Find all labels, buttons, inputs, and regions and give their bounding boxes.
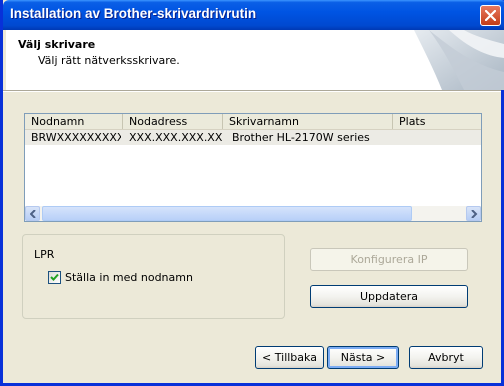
cell-nodename: BRWXXXXXXXXXX <box>31 131 121 144</box>
column-header-nodename[interactable]: Nodnamn <box>25 114 123 129</box>
update-button[interactable]: Uppdatera <box>310 285 468 308</box>
cell-printername: Brother HL-2170W series <box>232 131 370 144</box>
arrow-right-icon <box>471 210 478 218</box>
set-by-nodename-label[interactable]: Ställa in med nodnamn <box>65 271 193 284</box>
column-header-printername[interactable]: Skrivarnamn <box>223 114 393 129</box>
table-row[interactable]: BRWXXXXXXXXXX XXX.XXX.XXX.XX Brother HL-… <box>25 130 481 145</box>
close-button[interactable] <box>480 5 501 26</box>
wizard-header: Välj skrivare Välj rätt nätverksskrivare… <box>6 30 504 90</box>
checkmark-icon <box>50 273 59 281</box>
page-subtitle: Välj rätt nätverksskrivare. <box>38 54 180 67</box>
lpr-group-label: LPR <box>34 248 55 261</box>
scroll-right-button[interactable] <box>466 206 481 221</box>
column-header-location[interactable]: Plats <box>393 114 481 129</box>
arrow-left-icon <box>30 210 36 218</box>
printer-list[interactable]: Nodnamn Nodadress Skrivarnamn Plats BRWX… <box>24 113 482 222</box>
close-icon <box>485 10 496 21</box>
cell-location <box>399 130 479 145</box>
window-title: Installation av Brother-skrivardrivrutin <box>10 6 257 21</box>
back-button[interactable]: < Tillbaka <box>255 346 324 369</box>
header-divider-highlight <box>3 91 501 92</box>
header-graphic <box>414 30 504 90</box>
configure-ip-button[interactable]: Konfigurera IP <box>310 248 468 271</box>
set-by-nodename-checkbox[interactable] <box>48 271 61 284</box>
printer-list-header: Nodnamn Nodadress Skrivarnamn Plats <box>25 114 481 130</box>
scrollbar-thumb[interactable] <box>42 206 412 221</box>
cancel-button[interactable]: Avbryt <box>409 346 483 369</box>
scroll-left-button[interactable] <box>25 206 40 221</box>
horizontal-scrollbar[interactable] <box>25 206 481 221</box>
cell-nodeaddress: XXX.XXX.XXX.XX <box>129 131 223 144</box>
column-header-nodeaddress[interactable]: Nodadress <box>123 114 223 129</box>
title-bar[interactable]: Installation av Brother-skrivardrivrutin <box>3 0 504 30</box>
page-title: Välj skrivare <box>18 38 96 51</box>
next-button[interactable]: Nästa > <box>327 346 399 369</box>
